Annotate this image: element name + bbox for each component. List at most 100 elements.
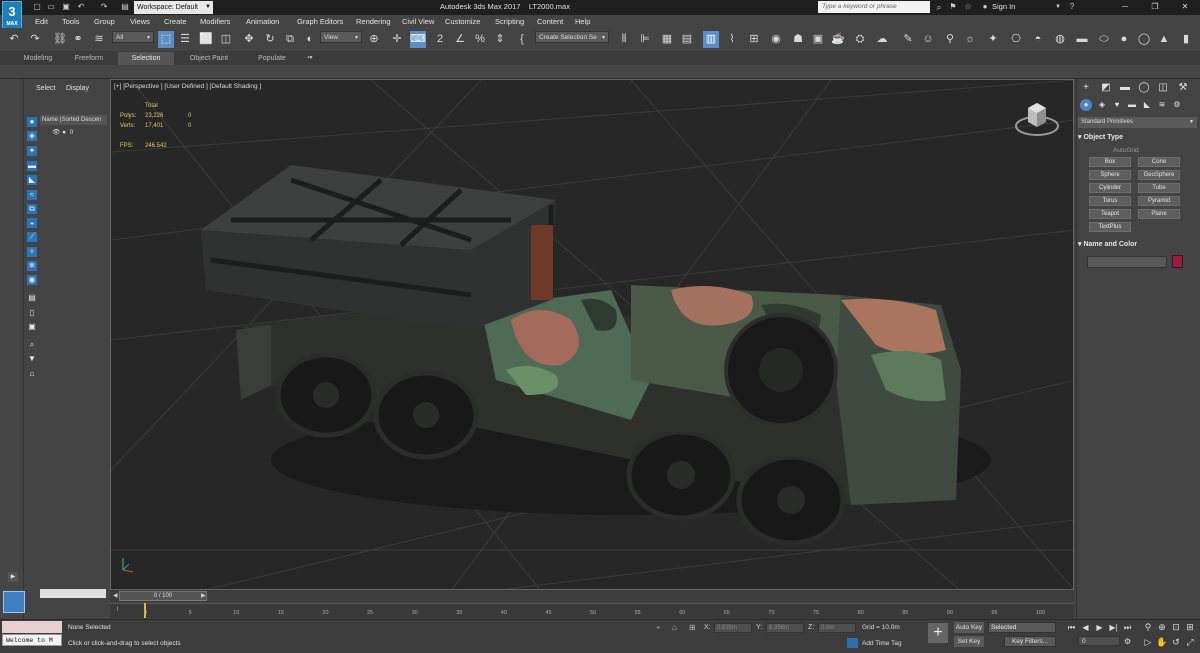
funnel-icon[interactable]: ▼: [27, 354, 37, 364]
link-icon[interactable]: ⛓: [52, 31, 68, 48]
geosphere-icon[interactable]: ⬭: [1096, 31, 1112, 48]
user-icon[interactable]: ●: [980, 2, 990, 12]
undo-icon[interactable]: ↶: [76, 2, 86, 12]
bind-spacewarp-icon[interactable]: ≋: [91, 31, 107, 48]
material-editor-icon[interactable]: ◉: [768, 31, 784, 48]
render-icon[interactable]: ☕: [830, 31, 846, 48]
account-icon[interactable]: ⚑: [948, 2, 958, 12]
snaps-toggle-icon[interactable]: 2: [432, 31, 448, 48]
menu-edit[interactable]: Edit: [35, 17, 48, 26]
menu-content[interactable]: Content: [537, 17, 563, 26]
filter-shapes-icon[interactable]: ◈: [27, 131, 37, 141]
zoom-extents-icon[interactable]: ⊡: [1170, 621, 1182, 633]
z-coordinate-field[interactable]: 0.0m: [818, 623, 856, 633]
object-color-swatch[interactable]: [1172, 255, 1183, 268]
geosphere-button[interactable]: GeoSphere: [1138, 170, 1180, 180]
go-to-end-icon[interactable]: ⏭: [1122, 622, 1133, 633]
search-input[interactable]: Type a keyword or phrase: [818, 1, 930, 13]
lock-selection-icon[interactable]: ⌂: [672, 623, 677, 632]
tube-button[interactable]: Tube: [1138, 183, 1180, 193]
maximize-viewport-icon[interactable]: ⤢: [1184, 636, 1196, 648]
select-object-icon[interactable]: ⬚: [158, 31, 174, 48]
add-time-tag-button[interactable]: Add Time Tag: [862, 640, 902, 647]
orbit-icon[interactable]: ↺: [1170, 636, 1182, 648]
lock-icon[interactable]: ⌂: [27, 369, 37, 379]
shapes-icon[interactable]: ◈: [1096, 99, 1108, 111]
teapot-icon[interactable]: ◓: [1030, 31, 1046, 48]
pyramid-button[interactable]: Pyramid: [1138, 196, 1180, 206]
maxscript-output[interactable]: Welcome to M: [2, 634, 62, 646]
teapot-button[interactable]: Teapot: [1089, 209, 1131, 219]
sphere-button[interactable]: Sphere: [1089, 170, 1131, 180]
y-coordinate-field[interactable]: 6.356m: [766, 623, 804, 633]
filter-bones-icon[interactable]: ⟋: [27, 232, 37, 242]
tab-populate[interactable]: Populate: [244, 52, 300, 65]
edit-named-selection-icon[interactable]: {: [514, 31, 530, 48]
menu-graph-editors[interactable]: Graph Editors: [297, 17, 343, 26]
horizontal-scrollbar[interactable]: [40, 589, 106, 598]
plane-primitive-icon[interactable]: ▬: [1074, 31, 1090, 48]
current-frame-field[interactable]: 0: [1078, 636, 1120, 646]
ribbon-options-icon[interactable]: ▪▾: [303, 52, 317, 65]
unlink-icon[interactable]: ⚭: [70, 31, 86, 48]
textplus-button[interactable]: TextPlus: [1089, 222, 1131, 232]
time-tag-icon[interactable]: [847, 638, 858, 648]
object-paint-icon[interactable]: ✎: [900, 31, 916, 48]
menu-tools[interactable]: Tools: [62, 17, 80, 26]
object-type-rollout[interactable]: ▾ Object Type: [1078, 133, 1197, 141]
expand-arrow-icon[interactable]: ▶: [8, 572, 18, 582]
absolute-mode-icon[interactable]: ⊞: [689, 623, 696, 632]
filter-hidden-icon[interactable]: ◉: [27, 275, 37, 285]
perspective-viewport[interactable]: [110, 79, 1074, 590]
display-all-icon[interactable]: ▤: [27, 293, 37, 303]
menu-scripting[interactable]: Scripting: [495, 17, 524, 26]
set-key-icon[interactable]: +: [928, 623, 948, 643]
torus-icon[interactable]: ◯: [1136, 31, 1152, 48]
new-file-icon[interactable]: ▢: [32, 2, 42, 12]
layer-explorer-icon[interactable]: ▤: [679, 31, 695, 48]
schematic-view-icon[interactable]: ⊞: [746, 31, 762, 48]
auto-key-button[interactable]: Auto Key: [954, 622, 984, 633]
spinner-snap-icon[interactable]: ⇕: [492, 31, 508, 48]
autogrid-checkbox[interactable]: AutoGrid: [1113, 147, 1139, 154]
key-selection-dropdown[interactable]: Selected: [988, 622, 1056, 633]
find-icon[interactable]: ⌕: [27, 340, 37, 350]
maxscript-listener[interactable]: [2, 621, 62, 633]
tab-object-paint[interactable]: Object Paint: [178, 52, 240, 65]
project-folder-icon[interactable]: ▤: [120, 2, 130, 12]
create-tab-icon[interactable]: +: [1080, 82, 1092, 94]
scene-explorer-icon[interactable]: ▦: [659, 31, 675, 48]
light-icon[interactable]: ✦: [985, 31, 1001, 48]
cone-primitive-icon[interactable]: ▲: [1156, 31, 1172, 48]
menu-civil-view[interactable]: Civil View: [402, 17, 434, 26]
tab-display[interactable]: Display: [66, 85, 89, 92]
sign-in-link[interactable]: Sign In: [992, 2, 1015, 11]
filter-frozen-icon[interactable]: ❄: [27, 261, 37, 271]
close-icon[interactable]: ✕: [1170, 0, 1200, 14]
modify-tab-icon[interactable]: ◩: [1100, 82, 1112, 94]
cone-button[interactable]: Cone: [1138, 157, 1180, 167]
menu-rendering[interactable]: Rendering: [356, 17, 391, 26]
filter-helpers-icon[interactable]: ◣: [27, 175, 37, 185]
menu-customize[interactable]: Customize: [445, 17, 480, 26]
time-slider-thumb[interactable]: 0 / 100: [119, 591, 207, 601]
time-config-icon[interactable]: ⚙: [1124, 637, 1131, 646]
named-selection-dropdown[interactable]: Create Selection Se ▼: [535, 31, 609, 43]
filter-geometry-icon[interactable]: ●: [27, 117, 37, 127]
menu-group[interactable]: Group: [94, 17, 115, 26]
tab-freeform[interactable]: Freeform: [64, 52, 114, 65]
window-crossing-icon[interactable]: ◫: [218, 31, 234, 48]
percent-snap-icon[interactable]: %: [472, 31, 488, 48]
filter-groups-icon[interactable]: ⧉: [27, 204, 37, 214]
next-frame-icon[interactable]: ▶|: [1108, 622, 1119, 633]
x-coordinate-field[interactable]: 0.935m: [714, 623, 752, 633]
placement-icon[interactable]: ◐: [302, 31, 318, 48]
menu-views[interactable]: Views: [130, 17, 150, 26]
filter-cameras-icon[interactable]: ▬: [27, 161, 37, 171]
redo-icon[interactable]: ↷: [99, 2, 109, 12]
pan-icon[interactable]: ✋: [1156, 636, 1168, 648]
undo-icon[interactable]: ↶: [6, 31, 22, 48]
select-by-name-icon[interactable]: ☰: [177, 31, 193, 48]
search-icon[interactable]: ⌕: [934, 2, 944, 12]
chevron-down-icon[interactable]: ▼: [1053, 2, 1063, 12]
